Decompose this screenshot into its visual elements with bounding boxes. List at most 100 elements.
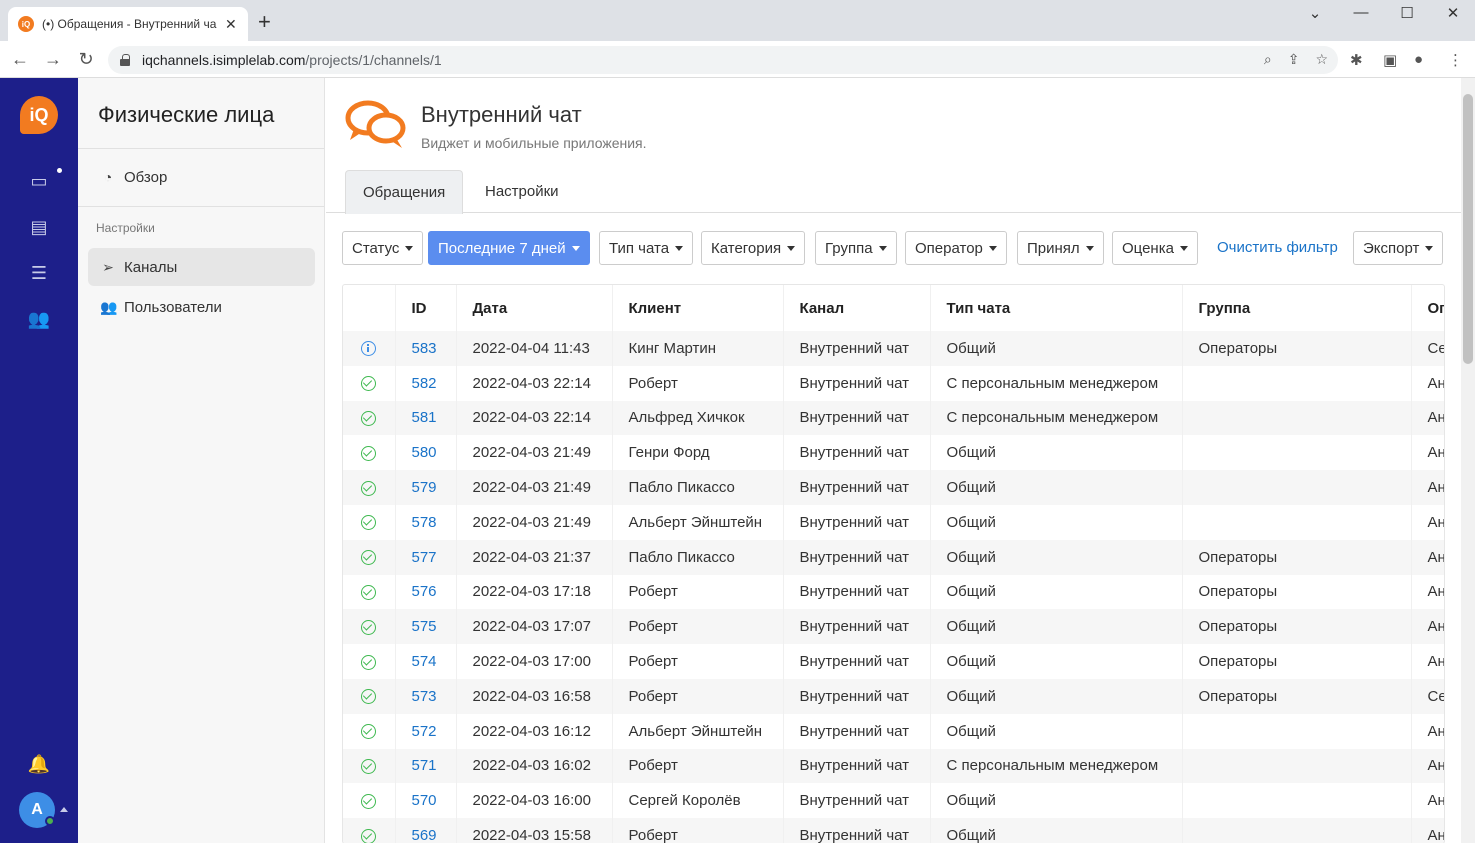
caret-up-icon[interactable]	[60, 807, 68, 812]
id-link[interactable]: 572	[395, 713, 457, 749]
table-row[interactable]: 579 2022-04-03 21:49 Пабло Пикассо Внутренн…	[343, 470, 1444, 505]
sidebar-item-channels[interactable]: ➢ Каналы	[88, 248, 315, 286]
check-circle-icon	[361, 828, 376, 843]
column-header-id[interactable]: ID	[395, 285, 457, 331]
divider	[78, 206, 324, 207]
new-tab-button[interactable]: +	[258, 10, 271, 34]
client-cell: Роберт	[612, 365, 784, 401]
id-link[interactable]: 574	[395, 644, 457, 679]
table-row[interactable]: 582 2022-04-03 22:14 Роберт Внутренний чат С…	[343, 365, 1444, 401]
id-link[interactable]: 580	[395, 435, 457, 471]
check-circle-icon	[361, 411, 376, 427]
column-header-operator[interactable]: Оп	[1411, 285, 1444, 331]
client-cell: Генри Форд	[612, 435, 784, 471]
table-row[interactable]: 580 2022-04-03 21:49 Генри Форд Внутренний …	[343, 435, 1444, 471]
operator-filter-button[interactable]: Оператор	[905, 231, 1007, 265]
export-button[interactable]: Экспорт	[1353, 231, 1444, 265]
column-header-chat-type[interactable]: Тип чата	[930, 285, 1183, 331]
id-link[interactable]: 579	[395, 470, 457, 505]
id-link[interactable]: 577	[395, 539, 457, 575]
table-row[interactable]: 572 2022-04-03 16:12 Альберт Эйнштейн Внутр…	[343, 713, 1444, 749]
menu-icon[interactable]: ⋮	[1448, 51, 1463, 69]
chat-type-filter-button[interactable]: Тип чата	[599, 231, 694, 265]
clear-filter-link[interactable]: Очистить фильтр	[1217, 239, 1338, 256]
date-cell: 2022-04-03 22:14	[456, 400, 613, 436]
id-link[interactable]: 570	[395, 783, 457, 819]
id-link[interactable]: 569	[395, 818, 457, 843]
status-cell	[343, 539, 396, 575]
users-group-icon[interactable]: 👥	[27, 309, 51, 329]
forward-icon[interactable]: →	[41, 49, 65, 69]
sidebar-item-overview[interactable]: ◔ Обзор	[88, 158, 315, 196]
accepted-filter-button[interactable]: Принял	[1017, 231, 1104, 265]
column-header-channel[interactable]: Канал	[783, 285, 931, 331]
share-icon[interactable]: ⇪	[1288, 51, 1300, 68]
extensions-icon[interactable]: ✱	[1350, 51, 1363, 69]
address-bar[interactable]: iqchannels.isimplelab.com /projects/1/ch…	[108, 46, 1338, 74]
id-link[interactable]: 573	[395, 678, 457, 714]
bell-icon[interactable]: 🔔	[27, 754, 51, 774]
column-header-client[interactable]: Клиент	[612, 285, 784, 331]
rating-filter-button[interactable]: Оценка	[1112, 231, 1198, 265]
id-link[interactable]: 583	[395, 331, 457, 366]
id-link[interactable]: 578	[395, 504, 457, 540]
servers-icon[interactable]: ☰	[27, 263, 51, 283]
profile-icon[interactable]: ●	[1414, 51, 1423, 68]
table-row[interactable]: 578 2022-04-03 21:49 Альберт Эйнштейн Внутр…	[343, 504, 1444, 540]
sidebar-item-users[interactable]: 👥 Пользователи	[88, 288, 315, 326]
id-link[interactable]: 576	[395, 574, 457, 610]
column-header-date[interactable]: Дата	[456, 285, 613, 331]
chat-type-cell: Общий	[930, 539, 1183, 575]
filter-label: Оценка	[1122, 239, 1174, 257]
zoom-icon[interactable]: ⌕	[1264, 51, 1272, 68]
period-filter-button[interactable]: Последние 7 дней	[428, 231, 590, 265]
column-header-group[interactable]: Группа	[1182, 285, 1412, 331]
date-cell: 2022-04-03 17:18	[456, 574, 613, 610]
scrollbar-thumb[interactable]	[1463, 94, 1473, 364]
caret-down-icon	[1179, 245, 1188, 251]
table-row[interactable]: 569 2022-04-03 15:58 Роберт Внутренний чат О…	[343, 818, 1444, 843]
table-row[interactable]: 577 2022-04-03 21:37 Пабло Пикассо Внутренн…	[343, 539, 1444, 575]
chat-type-cell: С персональным менеджером	[930, 400, 1183, 436]
lock-icon[interactable]	[120, 54, 130, 66]
page-scrollbar[interactable]	[1461, 78, 1475, 843]
check-circle-icon	[361, 585, 376, 600]
star-icon[interactable]: ☆	[1315, 51, 1328, 68]
table-row[interactable]: 573 2022-04-03 16:58 Роберт Внутренний чат О…	[343, 678, 1444, 714]
group-cell: Операторы	[1182, 678, 1412, 714]
table-row[interactable]: 583 2022-04-04 11:43 Кинг Мартин Внутренний…	[343, 331, 1444, 366]
back-icon[interactable]: ←	[8, 49, 32, 69]
id-link[interactable]: 571	[395, 748, 457, 784]
minimize-icon[interactable]: —	[1338, 4, 1384, 21]
inbox-icon[interactable]: ▭	[27, 171, 51, 191]
table-row[interactable]: 575 2022-04-03 17:07 Роберт Внутренний чат О…	[343, 609, 1444, 645]
tab-requests[interactable]: Обращения	[345, 170, 464, 214]
page-tabs: Обращения Настройки	[326, 170, 1461, 214]
side-panel-icon[interactable]: ▣	[1383, 51, 1397, 69]
id-link[interactable]: 582	[395, 365, 457, 401]
table-row[interactable]: 570 2022-04-03 16:00 Сергей Королёв Внутрен…	[343, 783, 1444, 819]
maximize-icon[interactable]: ☐	[1384, 4, 1430, 22]
id-link[interactable]: 575	[395, 609, 457, 645]
close-window-icon[interactable]: ✕	[1430, 4, 1475, 22]
status-filter-button[interactable]: Статус	[342, 231, 424, 265]
check-circle-icon	[361, 480, 376, 496]
close-tab-icon[interactable]: ✕	[225, 16, 237, 33]
logo[interactable]: iQ	[20, 96, 58, 134]
table-row[interactable]: 576 2022-04-03 17:18 Роберт Внутренний чат О…	[343, 574, 1444, 610]
group-cell: Операторы	[1182, 539, 1412, 575]
table-row[interactable]: 581 2022-04-03 22:14 Альфред Хичкок Внутрен…	[343, 400, 1444, 436]
sidebar-title: Физические лица	[98, 102, 275, 127]
table-row[interactable]: 574 2022-04-03 17:00 Роберт Внутренний чат О…	[343, 644, 1444, 679]
reload-icon[interactable]: ↻	[74, 49, 98, 69]
contacts-icon[interactable]: ▤	[27, 217, 51, 237]
group-filter-button[interactable]: Группа	[815, 231, 897, 265]
category-filter-button[interactable]: Категория	[701, 231, 806, 265]
chat-type-cell: Общий	[930, 574, 1183, 610]
id-link[interactable]: 581	[395, 400, 457, 436]
tab-settings[interactable]: Настройки	[468, 170, 576, 213]
table-row[interactable]: 571 2022-04-03 16:02 Роберт Внутренний чат С…	[343, 748, 1444, 784]
browser-tab[interactable]: iQ (•) Обращения - Внутренний ча ✕	[8, 7, 248, 41]
chevron-down-icon[interactable]: ⌄	[1292, 4, 1338, 22]
chat-type-cell: Общий	[930, 713, 1183, 749]
